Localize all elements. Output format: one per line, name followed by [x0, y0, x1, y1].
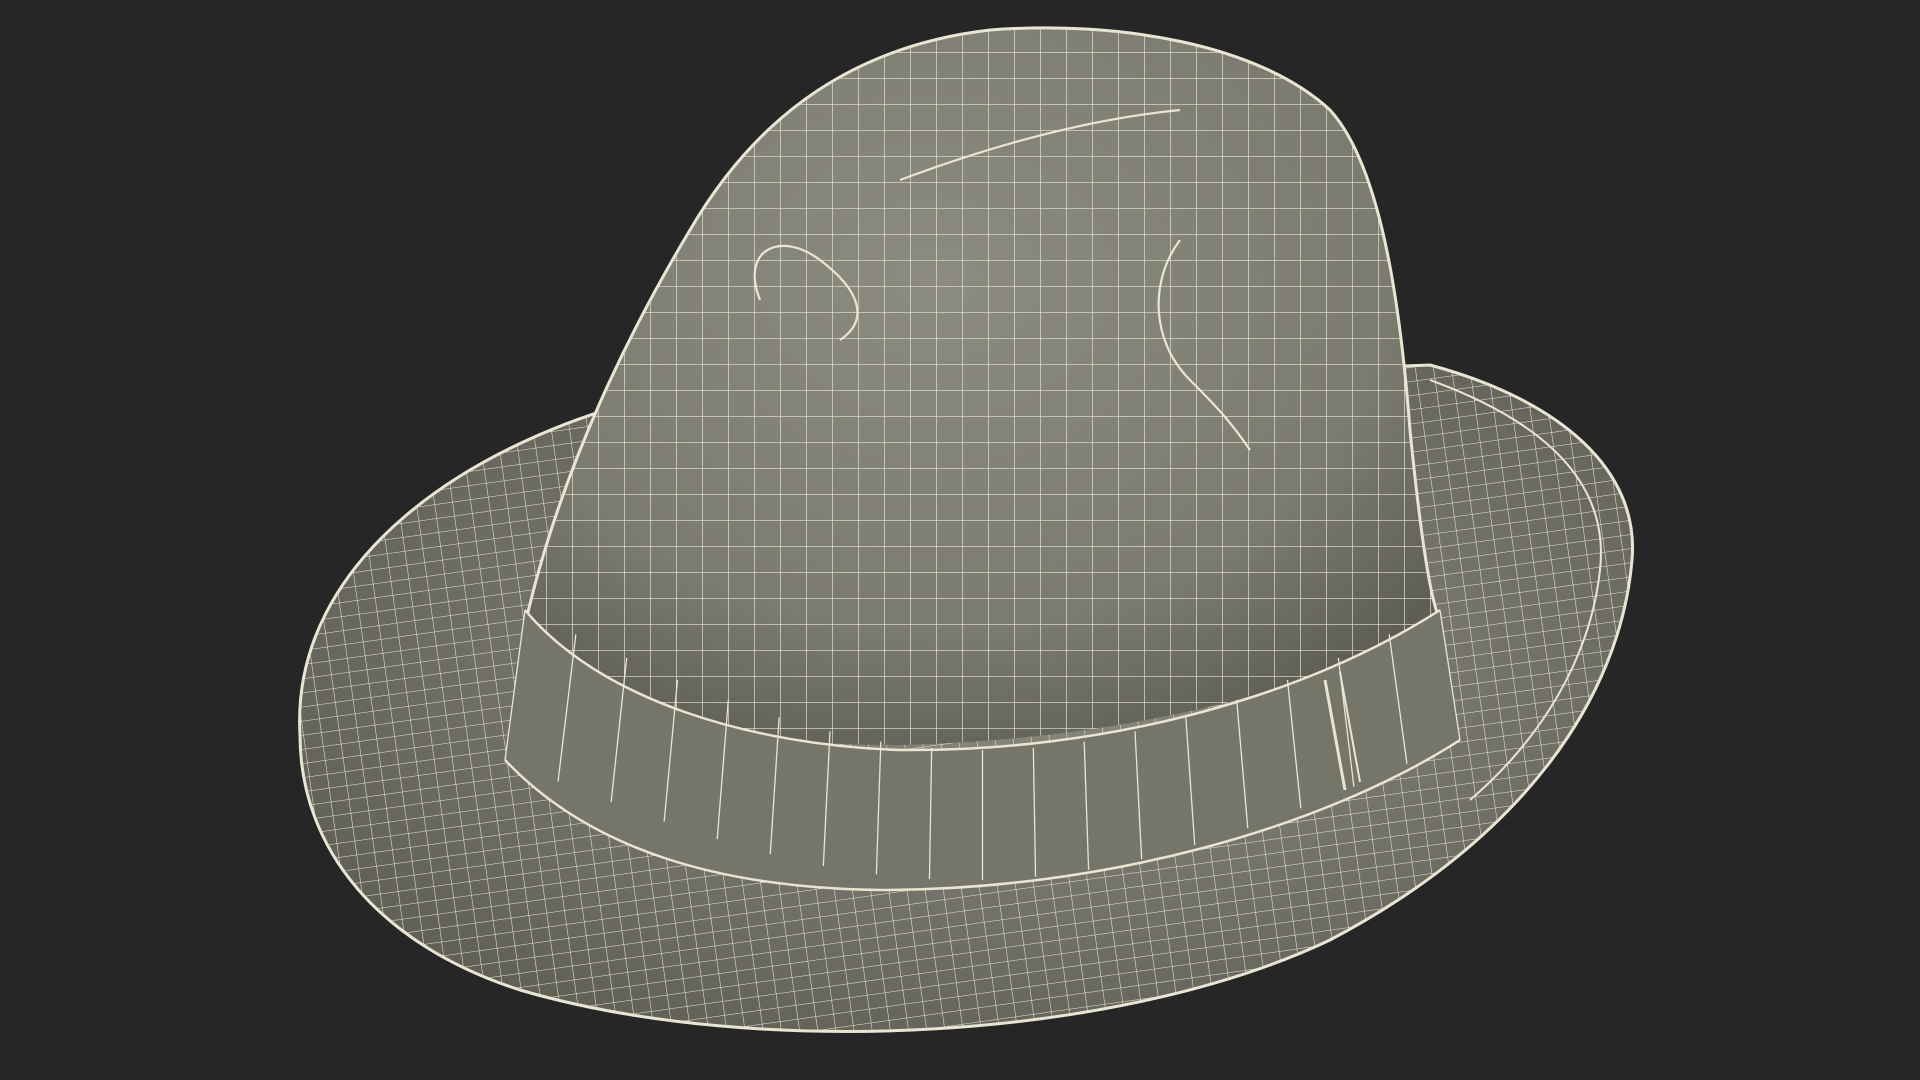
hat-crown: [523, 26, 1442, 745]
render-viewport: [0, 0, 1920, 1080]
hat-wireframe-render: [298, 26, 1635, 1033]
